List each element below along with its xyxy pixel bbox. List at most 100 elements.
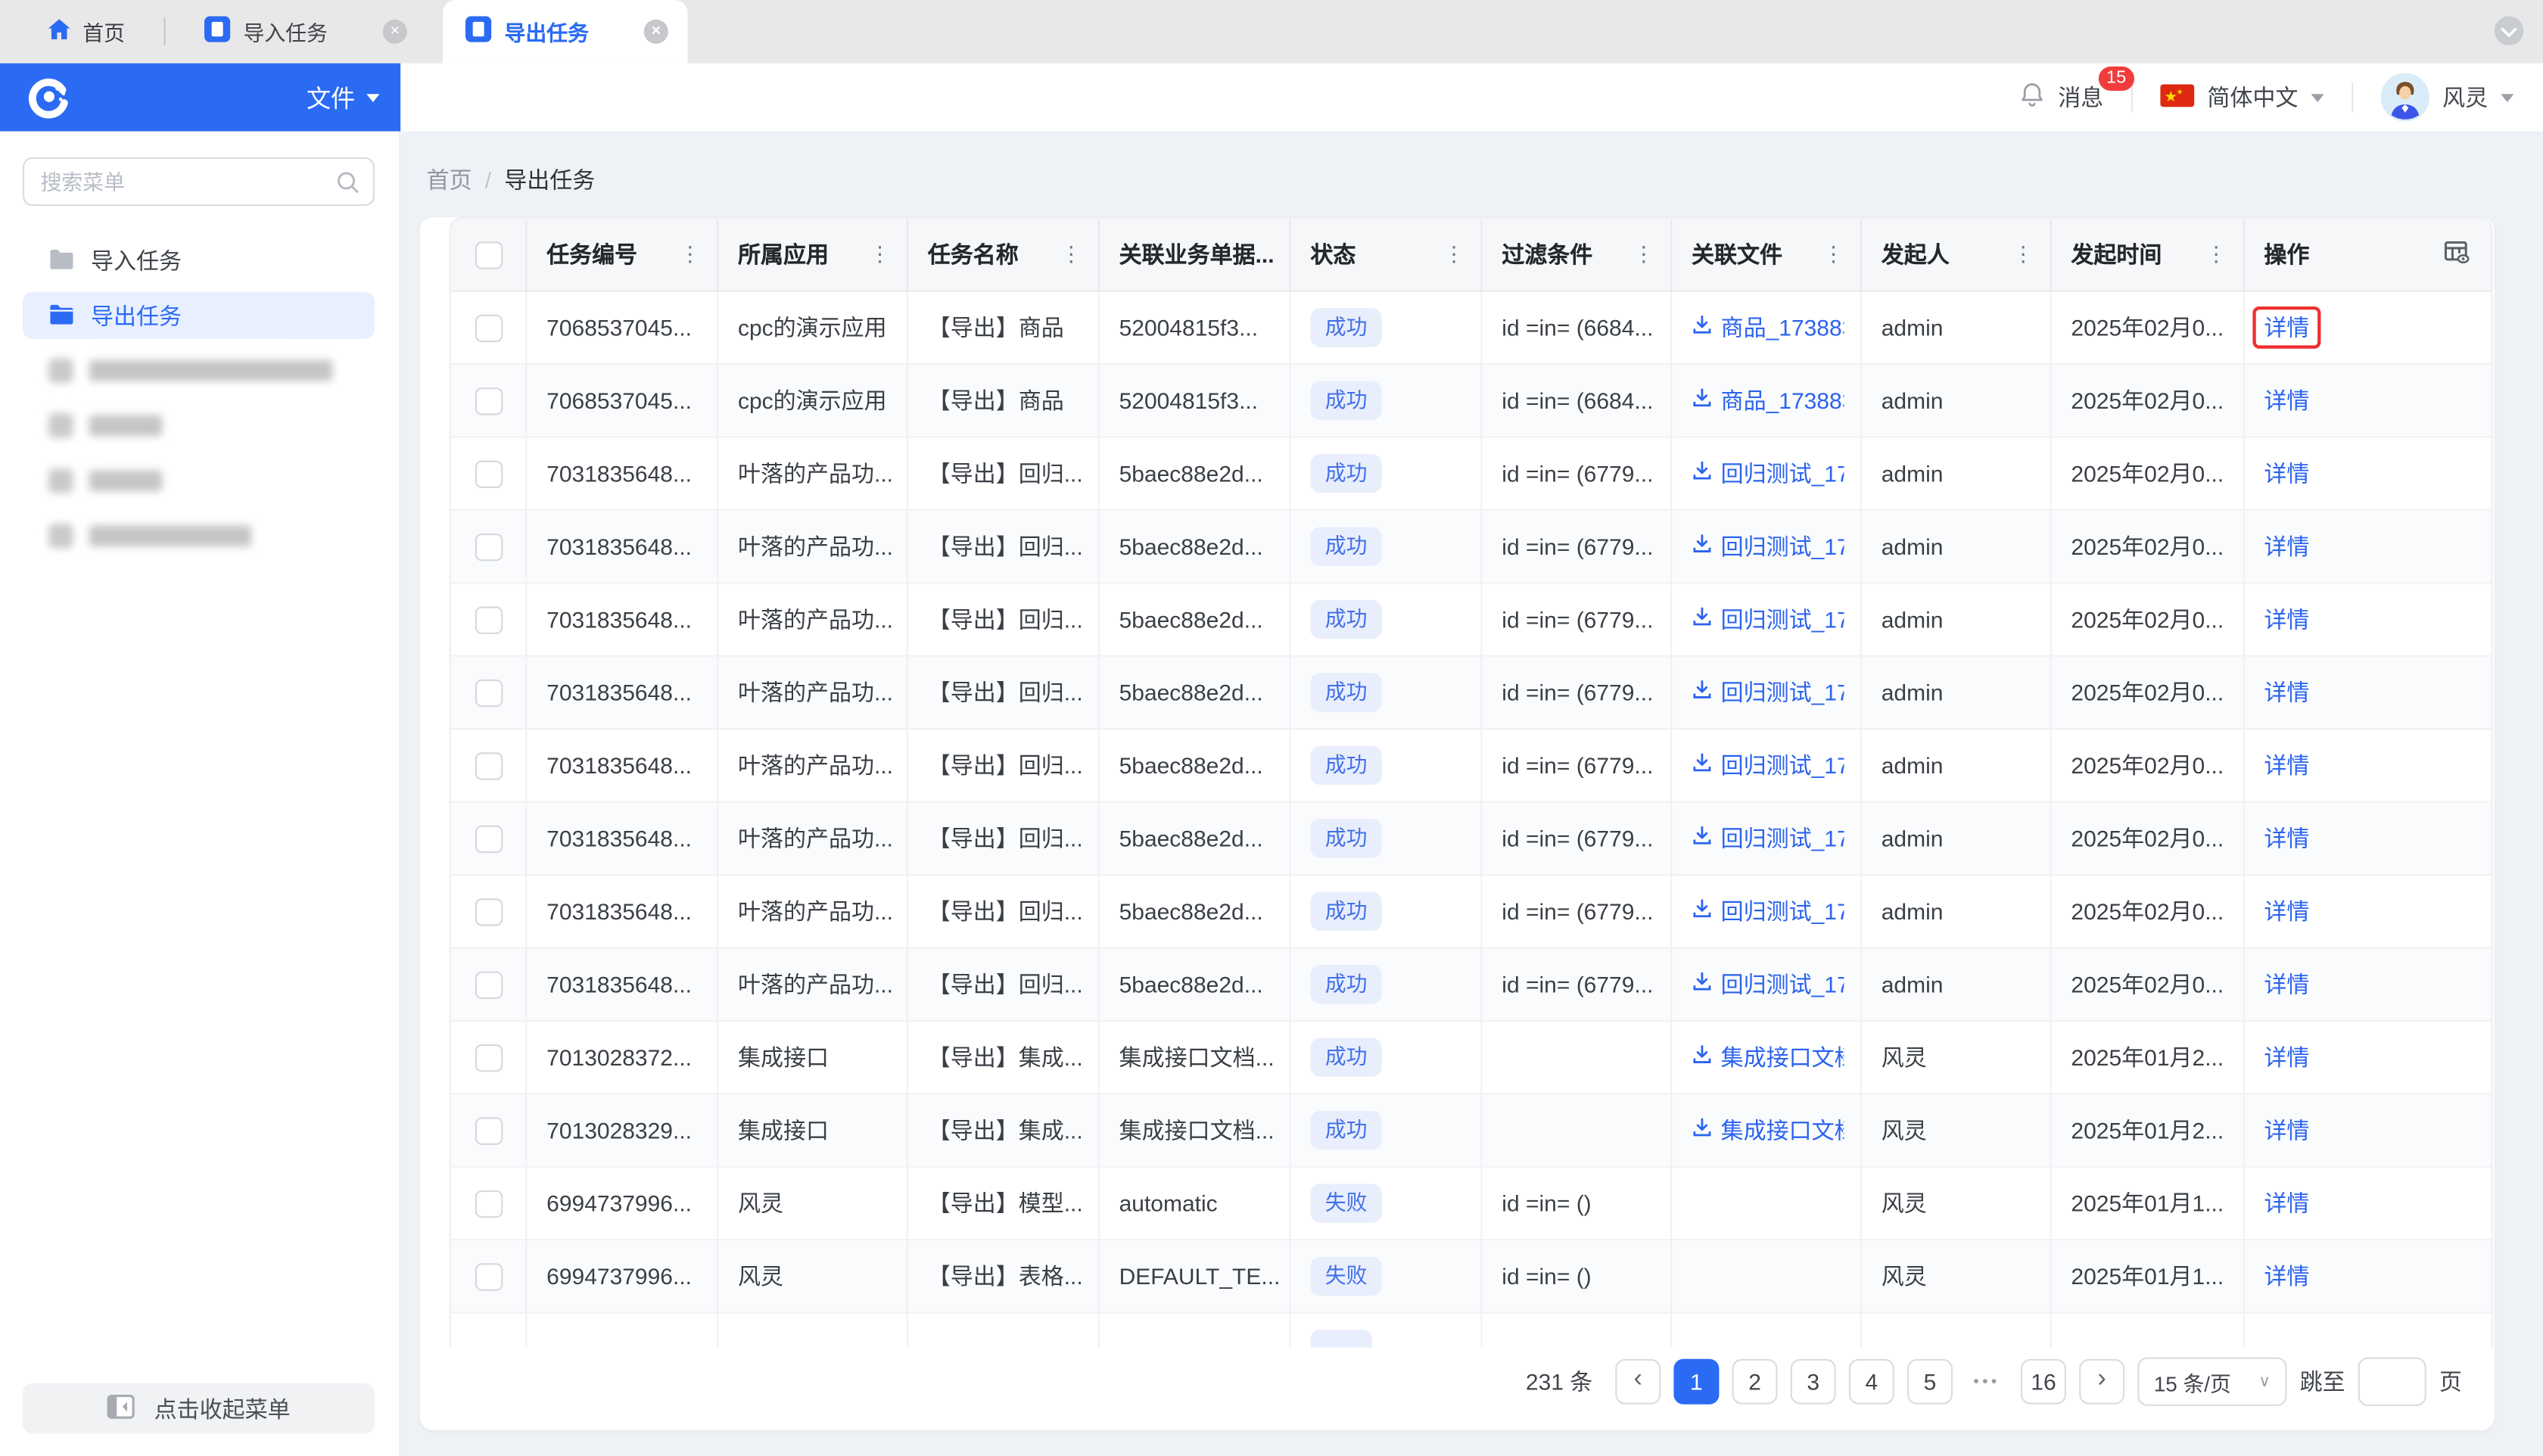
sidebar-item-redacted[interactable] (23, 457, 375, 504)
row-checkbox[interactable] (474, 678, 503, 707)
status-badge: 成功 (1310, 307, 1382, 347)
document-icon (204, 16, 231, 47)
detail-link-highlighted[interactable]: 详情 (2252, 306, 2321, 349)
row-checkbox[interactable] (474, 387, 503, 415)
caret-down-icon (2501, 93, 2514, 101)
detail-link[interactable]: 详情 (2264, 1041, 2309, 1074)
file-download-link[interactable]: 回归测试_1738 (1692, 895, 1844, 928)
tab-import-tasks[interactable]: 导入任务 × (182, 0, 427, 64)
next-page-button[interactable]: › (2079, 1358, 2125, 1405)
page-button-5[interactable]: 5 (1907, 1358, 1953, 1405)
detail-link[interactable]: 详情 (2264, 677, 2309, 709)
appbar-actions: 消息 15 ★ ★ 简体中文 风灵 (400, 63, 2543, 132)
file-download-link[interactable]: 回归测试_1738 (1692, 677, 1844, 709)
select-all-checkbox[interactable] (474, 241, 503, 269)
detail-link[interactable]: 详情 (2264, 1260, 2309, 1293)
file-download-link[interactable]: 回归测试_1738 (1692, 968, 1844, 1000)
collapse-menu-label: 点击收起菜单 (154, 1395, 291, 1422)
detail-link[interactable]: 详情 (2264, 1114, 2309, 1146)
page-button-16[interactable]: 16 (2021, 1358, 2066, 1405)
row-checkbox[interactable] (474, 1262, 503, 1290)
close-icon[interactable]: × (643, 19, 668, 44)
detail-link[interactable]: 详情 (2264, 457, 2309, 490)
row-checkbox[interactable] (474, 824, 503, 853)
column-menu-icon[interactable]: ⋮ (1054, 241, 1082, 267)
sidebar-item-redacted[interactable] (23, 402, 375, 449)
tab-export-tasks[interactable]: 导出任务 × (443, 0, 688, 64)
page-size-select[interactable]: 15 条/页 ∨ (2137, 1357, 2287, 1406)
file-download-link[interactable]: 集成接口文档_ (1692, 1041, 1844, 1074)
row-checkbox[interactable] (474, 1043, 503, 1072)
download-icon (1692, 972, 1713, 997)
page-button-4[interactable]: 4 (1848, 1358, 1894, 1405)
row-select-cell (451, 291, 528, 363)
tabbar-collapse-button[interactable] (2494, 16, 2524, 45)
row-checkbox[interactable] (474, 532, 503, 561)
column-menu-icon[interactable]: ⋮ (1816, 241, 1844, 267)
file-download-link[interactable]: 商品_1738837 (1692, 384, 1844, 417)
search-input[interactable] (23, 157, 375, 207)
detail-link[interactable]: 详情 (2264, 822, 2309, 854)
status-badge: 失败 (1310, 1256, 1382, 1296)
table-row: 7031835648... 叶落的产品功... 【导出】回归... 5baec8… (450, 802, 2492, 876)
row-checkbox[interactable] (474, 1116, 503, 1144)
column-menu-icon[interactable]: ⋮ (673, 241, 701, 267)
file-download-link[interactable]: 回归测试_1738 (1692, 457, 1844, 490)
row-checkbox[interactable] (474, 459, 503, 487)
detail-link[interactable]: 详情 (2264, 968, 2309, 1000)
detail-link[interactable]: 详情 (2264, 1187, 2309, 1220)
close-icon[interactable]: × (382, 19, 407, 44)
table-row-partial (450, 1313, 2492, 1348)
row-checkbox[interactable] (474, 1189, 503, 1218)
file-download-link[interactable]: 商品_1738837 (1692, 311, 1844, 344)
page-button-1[interactable]: 1 (1673, 1358, 1720, 1405)
svg-text:★: ★ (2165, 89, 2177, 104)
column-menu-icon[interactable]: ⋮ (1437, 241, 1464, 267)
column-menu-icon[interactable]: ⋮ (2199, 241, 2227, 267)
detail-link[interactable]: 详情 (2264, 749, 2309, 782)
tab-home[interactable]: 首页 (0, 0, 163, 64)
language-selector[interactable]: ★ ★ 简体中文 (2160, 81, 2324, 114)
file-download-link[interactable]: 回归测试_1738 (1692, 530, 1844, 563)
detail-link[interactable]: 详情 (2264, 603, 2309, 636)
user-menu[interactable]: 风灵 (2380, 73, 2514, 122)
page-button-2[interactable]: 2 (1732, 1358, 1778, 1405)
prev-page-button[interactable]: ‹ (1615, 1358, 1661, 1405)
status-badge: 成功 (1310, 818, 1382, 858)
sidebar-item-export-tasks[interactable]: 导出任务 (23, 291, 375, 339)
column-menu-icon[interactable]: ⋮ (1275, 241, 1289, 267)
breadcrumb-home-link[interactable]: 首页 (427, 163, 472, 196)
row-checkbox[interactable] (474, 898, 503, 926)
file-download-link[interactable]: 集成接口文档_ (1692, 1114, 1844, 1146)
detail-link[interactable]: 详情 (2264, 530, 2309, 563)
file-download-link[interactable]: 回归测试_1738 (1692, 749, 1844, 782)
detail-link[interactable]: 详情 (2264, 384, 2309, 417)
collapse-menu-button[interactable]: 点击收起菜单 (23, 1383, 375, 1434)
divider (2131, 82, 2133, 112)
messages-button[interactable]: 消息 15 (2019, 66, 2134, 114)
sidebar-item-import-tasks[interactable]: 导入任务 (23, 237, 375, 284)
pages-ellipsis[interactable]: ••• (1966, 1373, 2008, 1391)
sidebar-item-redacted[interactable] (23, 512, 375, 559)
row-checkbox[interactable] (474, 313, 503, 342)
file-download-link[interactable]: 回归测试_1738 (1692, 603, 1844, 636)
row-checkbox[interactable] (474, 751, 503, 779)
row-checkbox[interactable] (474, 605, 503, 633)
sidebar-menu: 导入任务 导出任务 (0, 237, 399, 559)
jump-page-input[interactable] (2358, 1357, 2426, 1406)
action-cell: 详情 (2245, 949, 2492, 1020)
column-menu-icon[interactable]: ⋮ (863, 241, 891, 267)
sidebar-item-redacted[interactable] (23, 347, 375, 394)
detail-link[interactable]: 详情 (2264, 895, 2309, 928)
workspace-switcher[interactable]: 文件 (307, 80, 380, 114)
start-time-cell: 2025年01月1... (2052, 1240, 2245, 1312)
caret-down-icon (2311, 93, 2324, 101)
task-name-cell: 【导出】商品 (908, 291, 1100, 363)
file-download-link[interactable]: 回归测试_1738 (1692, 822, 1844, 854)
download-icon (1692, 534, 1713, 559)
column-settings-icon[interactable] (2444, 239, 2471, 270)
column-menu-icon[interactable]: ⋮ (2006, 241, 2034, 267)
page-button-3[interactable]: 3 (1790, 1358, 1836, 1405)
row-checkbox[interactable] (474, 970, 503, 998)
column-menu-icon[interactable]: ⋮ (1626, 241, 1654, 267)
